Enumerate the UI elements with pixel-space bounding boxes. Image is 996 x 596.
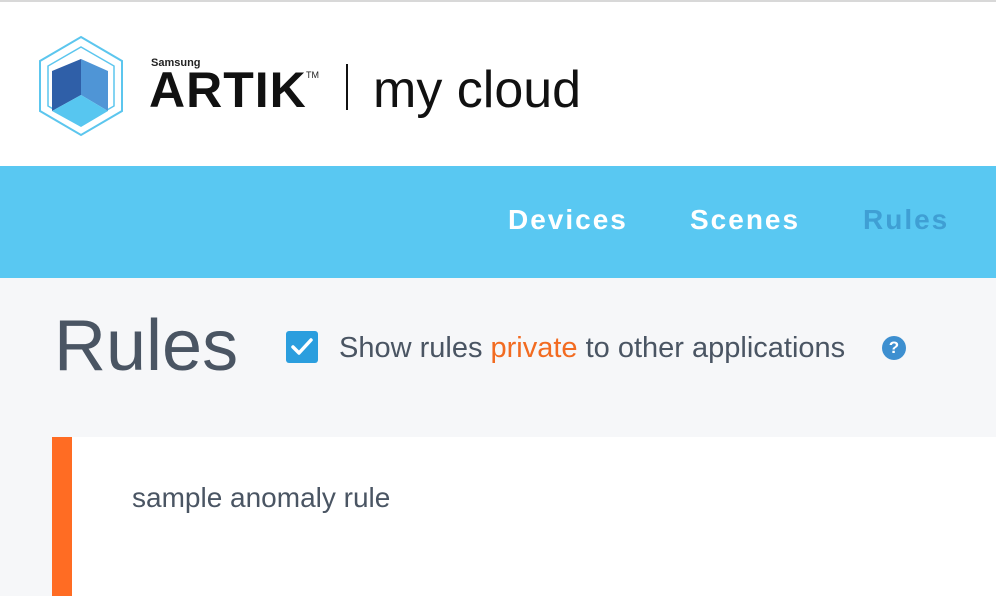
brand-name: ARTIK (149, 62, 307, 118)
main-nav: Devices Scenes Rules (0, 166, 996, 278)
help-icon[interactable]: ? (882, 336, 906, 360)
artik-cube-logo-icon[interactable] (38, 35, 124, 137)
label-suffix: to other applications (577, 332, 846, 364)
nav-item-rules[interactable]: Rules (863, 202, 949, 238)
rule-card[interactable]: sample anomaly rule (52, 437, 996, 596)
private-rules-label[interactable]: Show rules private to other applications (339, 331, 845, 365)
private-rules-checkbox[interactable] (286, 331, 318, 363)
brand-subtitle: my cloud (373, 61, 582, 119)
label-highlight-private: private (490, 332, 578, 364)
page: Samsung ARTIK TM my cloud Devices Scenes… (0, 0, 996, 596)
nav-item-scenes[interactable]: Scenes (690, 202, 800, 238)
app-header: Samsung ARTIK TM my cloud (0, 0, 996, 166)
page-title: Rules (54, 306, 239, 386)
nav-item-devices[interactable]: Devices (508, 202, 628, 238)
label-prefix: Show rules (339, 332, 491, 364)
brand-trademark: TM (306, 70, 319, 80)
rule-name[interactable]: sample anomaly rule (132, 481, 390, 515)
brand-divider (346, 64, 348, 110)
rule-status-stripe (52, 437, 72, 596)
checkmark-icon (291, 338, 313, 355)
